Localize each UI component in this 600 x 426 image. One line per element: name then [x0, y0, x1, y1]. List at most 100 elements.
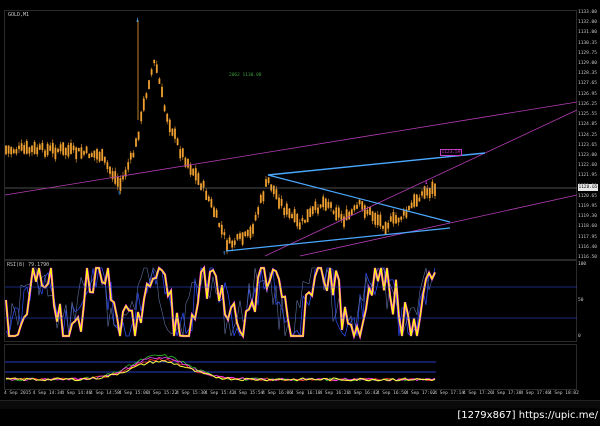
candle	[231, 240, 234, 248]
time-tick: 4 Sep 2015	[4, 391, 32, 396]
candle	[75, 147, 78, 160]
rsi-band	[6, 267, 436, 337]
candle	[64, 147, 67, 156]
osc-line	[5, 360, 436, 382]
candle	[252, 224, 254, 234]
price-tick: 1125.55	[578, 112, 597, 118]
candle	[236, 234, 239, 240]
candle	[161, 86, 163, 98]
price-tick: 1128.35	[578, 71, 597, 77]
candle	[31, 145, 33, 153]
candle	[36, 147, 39, 155]
candle	[418, 197, 421, 202]
candle	[46, 143, 49, 156]
candle	[262, 191, 265, 202]
candle	[280, 198, 283, 206]
time-tick: 4 Sep 16:50	[376, 391, 407, 396]
candle	[12, 149, 15, 154]
candle	[421, 191, 423, 196]
chart-drawing: ↓ ↑ ↑ ↓	[4, 15, 578, 382]
candle	[189, 164, 192, 175]
rsi-axis: 100 50 0	[578, 260, 600, 342]
candle	[142, 98, 145, 111]
candle	[28, 147, 31, 154]
price-tick: 1120.65	[578, 193, 597, 199]
candle	[153, 59, 156, 64]
price-tick: 1122.60	[578, 163, 597, 169]
candle	[148, 80, 150, 89]
candle	[311, 206, 314, 215]
time-tick: 4 Sep 16:18	[290, 391, 321, 396]
price-tick: 1124.85	[578, 122, 597, 128]
candle	[434, 183, 436, 196]
candle	[293, 209, 296, 223]
candle	[363, 205, 366, 218]
candle	[387, 222, 390, 229]
candle	[340, 213, 343, 220]
time-tick: 4 Sep 15:42	[204, 391, 235, 396]
candle	[304, 219, 306, 223]
candle	[288, 208, 291, 218]
arrow-marker: ↓	[424, 178, 428, 186]
candle	[187, 158, 189, 168]
candle	[192, 168, 195, 176]
price-axis: 1133.00 1132.00 1131.00 1130.35 1129.75 1129.…	[578, 10, 600, 260]
candle	[314, 201, 317, 211]
candle	[7, 145, 10, 154]
time-tick: 4 Sep 18:02	[549, 391, 579, 396]
candle	[194, 168, 197, 181]
candle	[400, 216, 403, 220]
candle	[228, 237, 231, 244]
candle	[5, 145, 7, 155]
candle	[98, 151, 101, 162]
candle	[350, 209, 353, 215]
candle	[213, 207, 215, 218]
price-tick: 1121.30	[578, 183, 597, 189]
price-tick: 1119.95	[578, 203, 597, 209]
candle	[171, 128, 174, 136]
price-tick: 1124.25	[578, 132, 597, 138]
candle	[382, 225, 384, 229]
candle	[62, 142, 65, 155]
candle	[101, 149, 104, 161]
candle	[239, 233, 241, 239]
candle	[371, 211, 374, 221]
candle	[397, 217, 400, 223]
candle	[10, 147, 13, 155]
candle	[158, 78, 161, 84]
candle	[335, 207, 338, 221]
footer: [1279x867] https://upic.me/	[0, 400, 600, 426]
candle	[270, 184, 273, 191]
candle	[291, 214, 293, 218]
candle	[374, 213, 377, 225]
channel-line	[299, 194, 578, 257]
price-tick: 1119.30	[578, 214, 597, 220]
candle	[348, 211, 351, 220]
candle	[129, 152, 132, 160]
candle	[410, 202, 413, 209]
candle	[353, 205, 356, 211]
time-tick: 4 Sep 15:22	[147, 391, 178, 396]
candle	[283, 207, 286, 216]
candle	[366, 209, 369, 215]
watermark-text[interactable]: [1279x867] https://upic.me/	[457, 408, 598, 424]
price-tick: 1126.25	[578, 101, 597, 107]
candle	[80, 147, 83, 159]
price-tick: 1117.95	[578, 234, 597, 240]
candle	[361, 201, 364, 210]
candle	[90, 153, 93, 157]
candle	[413, 194, 416, 207]
candle	[200, 183, 202, 190]
time-tick: 4 Sep 17:26	[462, 391, 493, 396]
candle	[140, 111, 143, 122]
candle	[166, 113, 169, 122]
candle	[23, 145, 26, 154]
time-tick: 4 Sep 15:06	[118, 391, 149, 396]
candle	[93, 150, 96, 158]
candle	[207, 196, 210, 202]
candle	[83, 151, 85, 155]
candle	[296, 213, 299, 227]
arrow-marker: ↑	[117, 189, 121, 197]
candle	[306, 209, 309, 223]
time-tick: 4 Sep 17:14	[434, 391, 465, 396]
